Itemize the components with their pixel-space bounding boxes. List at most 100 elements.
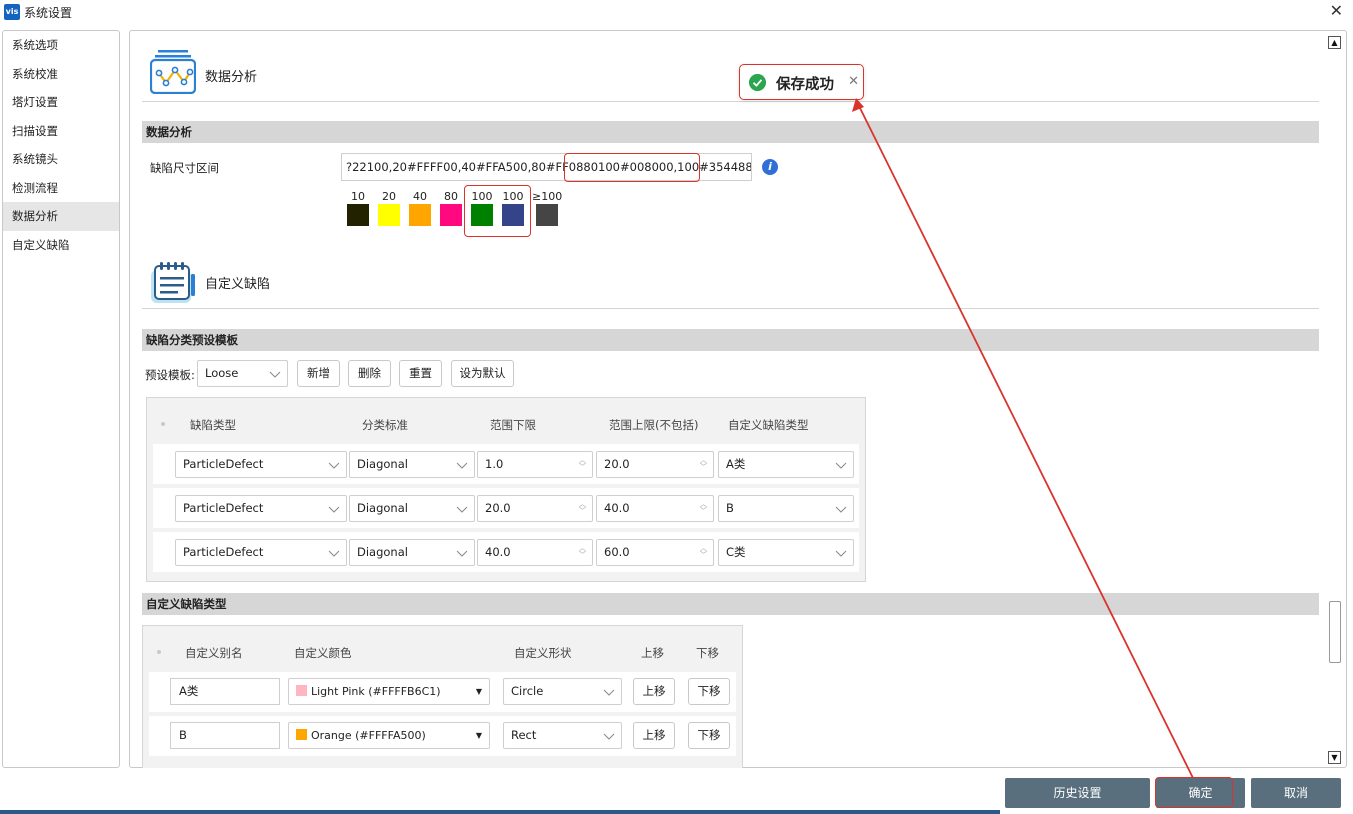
chevron-down-icon: [603, 733, 615, 740]
highlight-box-ok: [1155, 777, 1233, 808]
color-swatch: [409, 204, 431, 226]
chevron-down-icon: [835, 550, 847, 557]
vertical-scrollbar[interactable]: ▲ ▼: [1328, 33, 1342, 765]
range-max-stepper[interactable]: 40.0 ︿ ﹀: [596, 495, 714, 522]
move-up-button[interactable]: 上移: [633, 722, 675, 749]
cell-value: 20.0: [485, 501, 511, 515]
taskbar-strip: [0, 810, 1000, 814]
move-down-button[interactable]: 下移: [688, 678, 730, 705]
defect-size-label: 缺陷尺寸区间: [150, 161, 219, 175]
dropdown-arrow-icon: ▼: [475, 687, 482, 696]
sidebar-item-system-calibration[interactable]: 系统校准: [3, 60, 119, 89]
sidebar-item-tower-light[interactable]: 塔灯设置: [3, 88, 119, 117]
band-data-analysis: 数据分析: [142, 121, 1319, 143]
swatch-label: 20: [382, 190, 396, 203]
divider: [142, 101, 1319, 102]
close-icon[interactable]: ✕: [1330, 1, 1343, 20]
scroll-up-icon[interactable]: ▲: [1328, 36, 1341, 49]
column-header: 自定义缺陷类型: [728, 418, 809, 432]
chevron-down-icon: [328, 506, 340, 513]
column-header: 缺陷类型: [190, 418, 236, 432]
preset-template-value: Loose: [205, 366, 239, 380]
sidebar-item-custom-defect[interactable]: 自定义缺陷: [3, 231, 119, 260]
standard-select[interactable]: Diagonal: [349, 539, 475, 566]
defect-type-select[interactable]: ParticleDefect: [175, 451, 347, 478]
history-settings-button[interactable]: 历史设置: [1005, 778, 1150, 808]
sidebar-item-inspection-flow[interactable]: 检测流程: [3, 174, 119, 203]
preset-template-select[interactable]: Loose: [197, 360, 288, 387]
info-icon[interactable]: i: [762, 159, 778, 175]
column-header: 上移: [641, 646, 664, 660]
scroll-thumb[interactable]: [1329, 601, 1341, 663]
cell-value: Diagonal: [357, 545, 408, 559]
custom-type-select[interactable]: C类: [718, 539, 854, 566]
move-down-button[interactable]: 下移: [688, 722, 730, 749]
column-header: 分类标准: [362, 418, 408, 432]
column-header: 范围上限(不包括): [609, 418, 699, 432]
swatch-label: 40: [413, 190, 427, 203]
standard-select[interactable]: Diagonal: [349, 451, 475, 478]
cell-value: ParticleDefect: [183, 501, 264, 515]
stepper-arrows-icon[interactable]: ︿ ﹀: [579, 457, 586, 471]
toast-close-icon[interactable]: ✕: [848, 74, 859, 89]
column-header: 范围下限: [490, 418, 536, 432]
highlight-box-input: [564, 153, 700, 182]
alias-input[interactable]: A类: [170, 678, 280, 705]
custom-type-select[interactable]: A类: [718, 451, 854, 478]
sidebar-item-system-options[interactable]: 系统选项: [3, 31, 119, 60]
preset-template-label: 预设模板:: [145, 368, 195, 382]
sidebar-item-data-analysis[interactable]: 数据分析: [3, 202, 119, 231]
stepper-arrows-icon[interactable]: ︿ ﹀: [700, 545, 707, 559]
range-max-stepper[interactable]: 60.0 ︿ ﹀: [596, 539, 714, 566]
color-chip: [296, 685, 307, 696]
set-default-button[interactable]: 设为默认: [451, 360, 514, 387]
cell-value: B: [726, 501, 734, 515]
add-template-button[interactable]: 新增: [297, 360, 340, 387]
swatch-label: ≥100: [532, 190, 563, 203]
custom-type-select[interactable]: B: [718, 495, 854, 522]
chevron-down-icon: [269, 371, 281, 378]
color-swatch: [440, 204, 462, 226]
range-min-stepper[interactable]: 40.0 ︿ ﹀: [477, 539, 593, 566]
column-header: 下移: [696, 646, 719, 660]
shape-select[interactable]: Circle: [503, 678, 622, 705]
band-custom-types: 自定义缺陷类型: [142, 593, 1319, 615]
stepper-arrows-icon[interactable]: ︿ ﹀: [579, 545, 586, 559]
stepper-arrows-icon[interactable]: ︿ ﹀: [579, 501, 586, 515]
chevron-down-icon: [456, 550, 468, 557]
range-max-stepper[interactable]: 20.0 ︿ ﹀: [596, 451, 714, 478]
delete-template-button[interactable]: 删除: [348, 360, 391, 387]
stepper-arrows-icon[interactable]: ︿ ﹀: [700, 457, 707, 471]
swatch-label: 80: [444, 190, 458, 203]
defect-type-select[interactable]: ParticleDefect: [175, 495, 347, 522]
grid-handle-dot: [157, 650, 161, 654]
cancel-button[interactable]: 取消: [1251, 778, 1341, 808]
scroll-down-icon[interactable]: ▼: [1328, 751, 1341, 764]
cell-value: Diagonal: [357, 457, 408, 471]
sidebar-item-scan-settings[interactable]: 扫描设置: [3, 117, 119, 146]
cell-value: ParticleDefect: [183, 545, 264, 559]
color-swatch: [378, 204, 400, 226]
sidebar-item-system-lens[interactable]: 系统镜头: [3, 145, 119, 174]
window-title: 系统设置: [24, 6, 73, 20]
defect-type-select[interactable]: ParticleDefect: [175, 539, 347, 566]
range-min-stepper[interactable]: 20.0 ︿ ﹀: [477, 495, 593, 522]
section-title-data-analysis: 数据分析: [205, 70, 258, 85]
column-header: 自定义别名: [185, 646, 243, 660]
save-success-toast: 保存成功 ✕: [739, 64, 864, 100]
color-select[interactable]: Light Pink (#FFFFB6C1) ▼: [288, 678, 490, 705]
divider: [142, 308, 1319, 309]
chevron-down-icon: [456, 462, 468, 469]
shape-select[interactable]: Rect: [503, 722, 622, 749]
cell-value: C类: [726, 545, 746, 559]
reset-template-button[interactable]: 重置: [399, 360, 442, 387]
stepper-arrows-icon[interactable]: ︿ ﹀: [700, 501, 707, 515]
alias-input[interactable]: B: [170, 722, 280, 749]
color-select[interactable]: Orange (#FFFFA500) ▼: [288, 722, 490, 749]
move-up-button[interactable]: 上移: [633, 678, 675, 705]
color-label: Light Pink (#FFFFB6C1): [311, 685, 441, 698]
grid-handle-dot: [161, 422, 165, 426]
swatch-label: 10: [351, 190, 365, 203]
range-min-stepper[interactable]: 1.0 ︿ ﹀: [477, 451, 593, 478]
standard-select[interactable]: Diagonal: [349, 495, 475, 522]
